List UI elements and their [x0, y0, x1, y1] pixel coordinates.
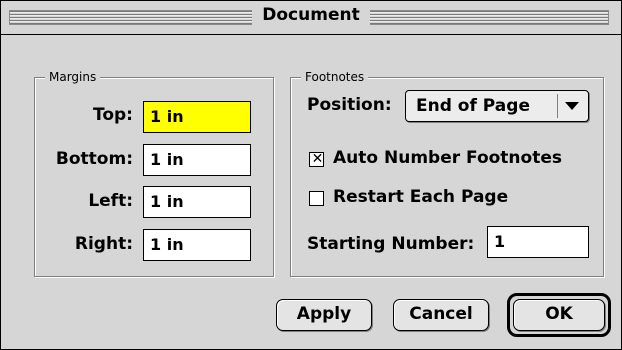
starting-number-label: Starting Number: — [307, 234, 475, 254]
position-label: Position: — [307, 95, 392, 115]
apply-button[interactable]: Apply — [276, 299, 372, 331]
position-popup-value: End of Page — [416, 96, 530, 116]
auto-number-label[interactable]: Auto Number Footnotes — [333, 148, 562, 168]
restart-each-page-label[interactable]: Restart Each Page — [333, 187, 508, 207]
bottom-margin-field[interactable]: 1 in — [143, 144, 251, 176]
chevron-down-icon — [565, 102, 579, 110]
document-dialog: Document Margins Top: 1 in Bottom: 1 in … — [0, 0, 622, 350]
left-margin-field[interactable]: 1 in — [143, 186, 251, 218]
top-margin-field[interactable]: 1 in — [143, 101, 251, 133]
title-bar[interactable]: Document — [1, 1, 621, 35]
starting-number-field[interactable]: 1 — [487, 226, 589, 258]
footnotes-group-label: Footnotes — [301, 70, 369, 84]
cancel-button[interactable]: Cancel — [393, 299, 489, 331]
right-margin-field[interactable]: 1 in — [143, 229, 251, 261]
auto-number-checkbox[interactable]: ✕ — [309, 151, 324, 167]
window-title: Document — [1, 5, 621, 25]
popup-arrow-button — [557, 94, 584, 118]
margins-group-label: Margins — [45, 70, 101, 84]
ok-button[interactable]: OK — [513, 299, 605, 331]
right-margin-label: Right: — [74, 234, 133, 254]
position-popup[interactable]: End of Page — [405, 90, 589, 122]
left-margin-label: Left: — [88, 191, 133, 211]
restart-each-page-checkbox[interactable] — [309, 191, 324, 206]
top-margin-label: Top: — [93, 105, 133, 125]
bottom-margin-label: Bottom: — [55, 149, 133, 169]
checkbox-x-icon: ✕ — [311, 151, 324, 167]
